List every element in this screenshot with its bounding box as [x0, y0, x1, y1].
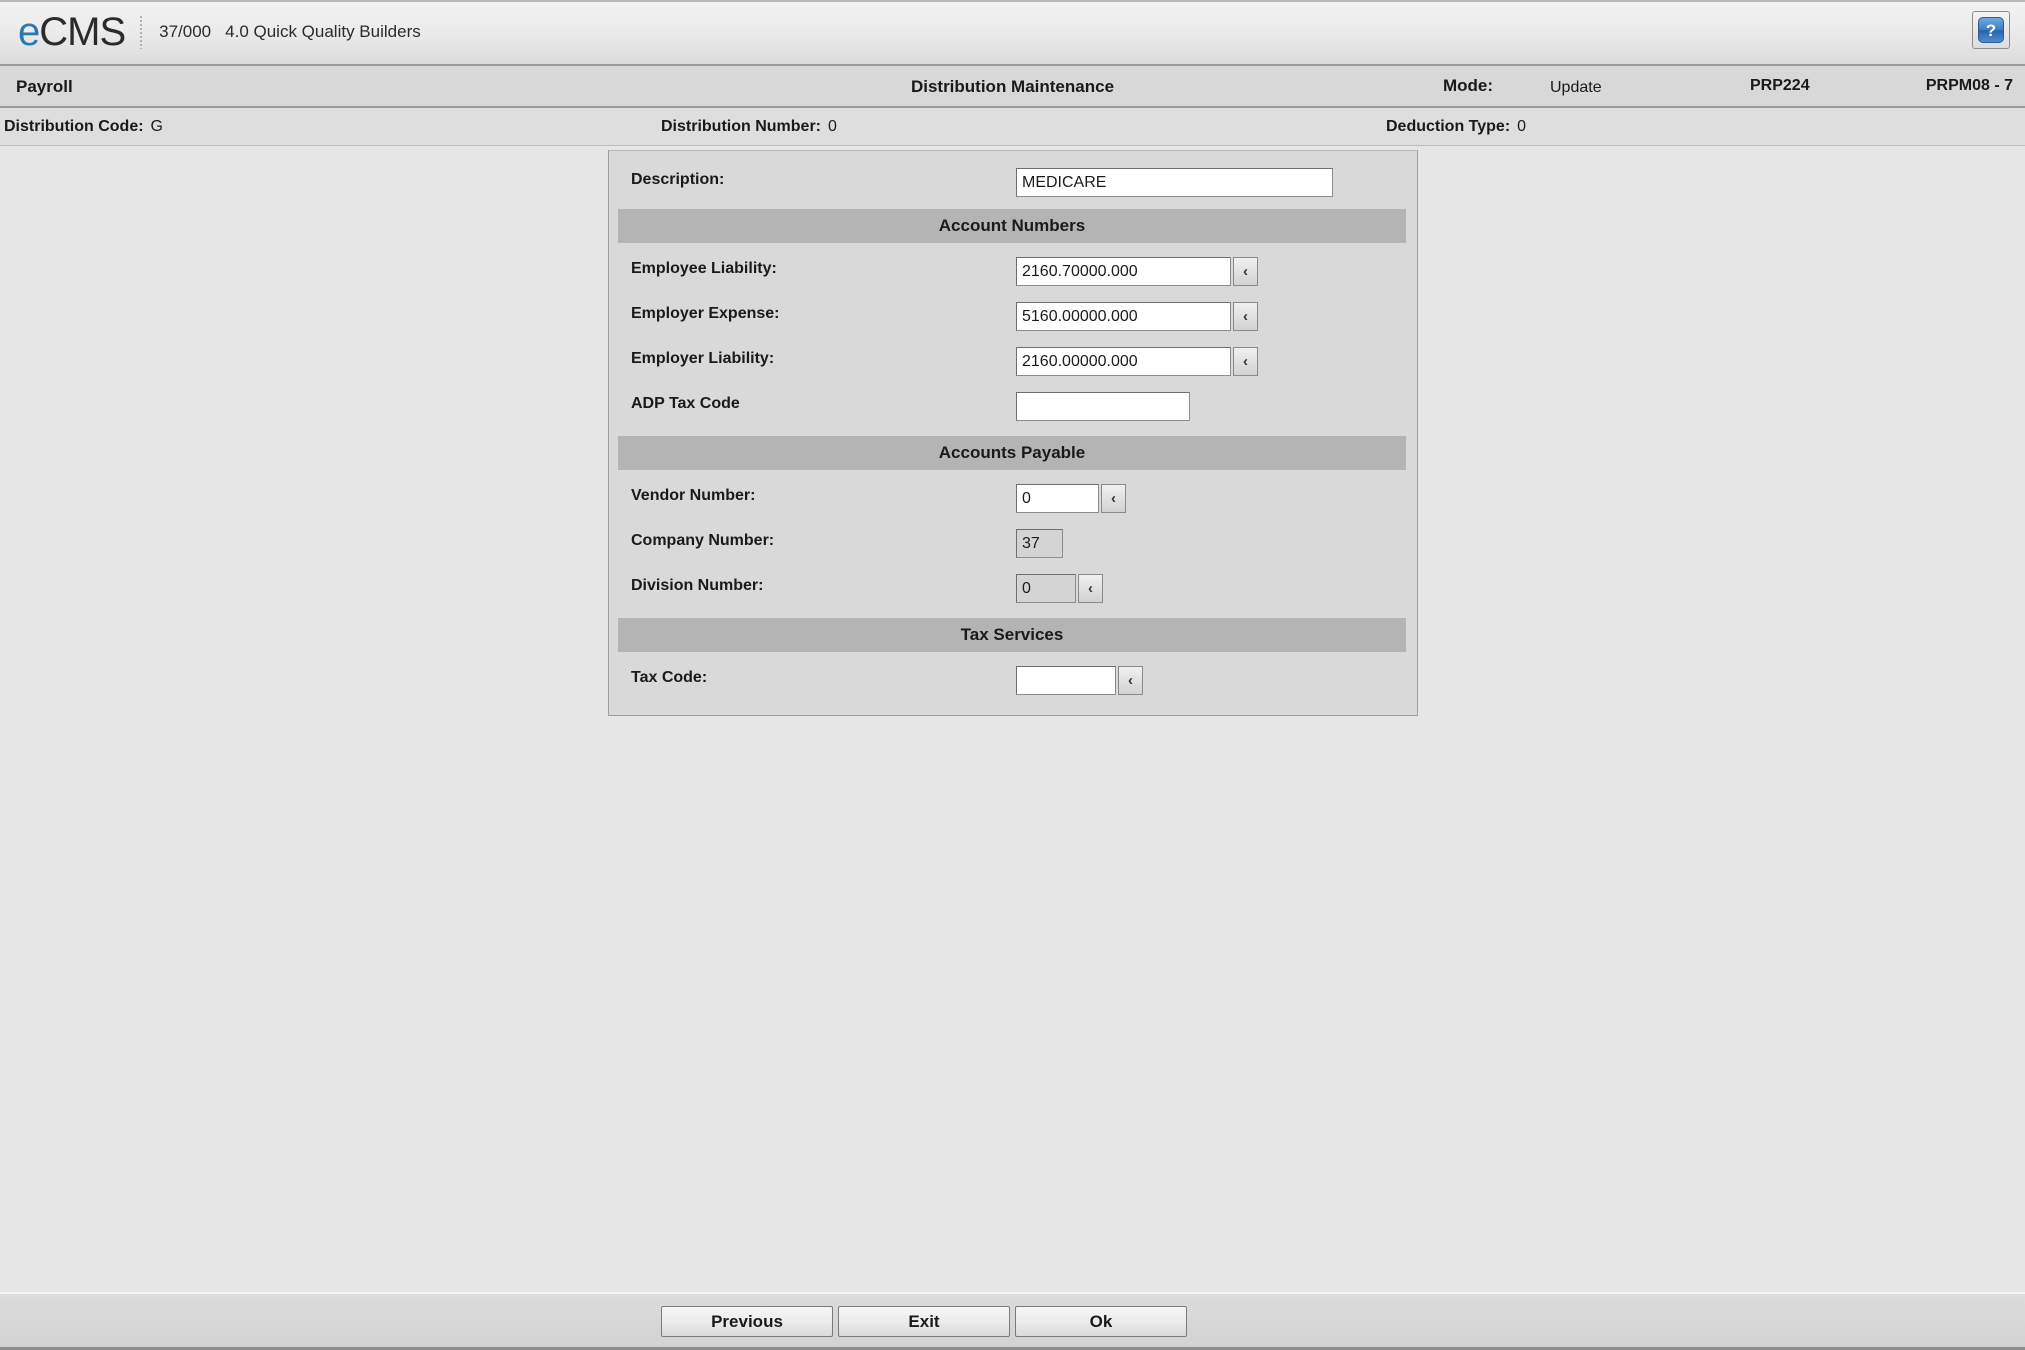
logo-letter-e: e: [18, 10, 40, 54]
section-header-account-numbers: Account Numbers: [618, 209, 1406, 243]
company-number-input: [1016, 529, 1063, 558]
employer-expense-label: Employer Expense:: [631, 305, 780, 322]
employee-liability-field-wrap: ‹: [1016, 257, 1258, 286]
employer-liability-label: Employer Liability:: [631, 350, 775, 367]
deduction-type: Deduction Type: 0: [1386, 118, 1526, 136]
tax-code-lookup-icon[interactable]: ‹: [1118, 666, 1143, 695]
logo-letters-cms: CMS: [39, 10, 126, 54]
ecms-logo: eCMS: [18, 10, 126, 54]
vendor-number-label: Vendor Number:: [631, 487, 756, 504]
division-number-input: [1016, 574, 1076, 603]
form-row-employer-expense: Employer Expense: ‹: [609, 302, 1417, 332]
employee-liability-lookup-icon[interactable]: ‹: [1233, 257, 1258, 286]
form-row-division-number: Division Number: ‹: [609, 574, 1417, 604]
company-code: 37/000: [159, 22, 212, 41]
form-row-employer-liability: Employer Liability: ‹: [609, 347, 1417, 377]
question-mark-icon: ?: [1978, 17, 2004, 43]
deduction-type-value: 0: [1517, 118, 1527, 135]
ok-button[interactable]: Ok: [1015, 1306, 1187, 1337]
section-header-tax-services: Tax Services: [618, 618, 1406, 652]
brand-bar-top-rule: [0, 0, 2025, 2]
adp-tax-code-input[interactable]: [1016, 392, 1190, 421]
distribution-maintenance-panel: Description: Account Numbers Employee Li…: [608, 150, 1418, 716]
adp-tax-code-field-wrap: [1016, 392, 1190, 421]
deduction-type-label: Deduction Type:: [1386, 118, 1511, 135]
employer-liability-field-wrap: ‹: [1016, 347, 1258, 376]
vendor-number-lookup-icon[interactable]: ‹: [1101, 484, 1126, 513]
footer-bar: Previous Exit Ok: [0, 1292, 2025, 1350]
division-number-lookup-icon[interactable]: ‹: [1078, 574, 1103, 603]
distribution-number: Distribution Number: 0: [661, 118, 837, 136]
program-id: PRP224: [1750, 77, 1810, 94]
form-row-description: Description:: [609, 168, 1417, 198]
distribution-number-value: 0: [828, 118, 837, 135]
vendor-number-input[interactable]: [1016, 484, 1099, 513]
description-input[interactable]: [1016, 168, 1333, 197]
screen-id: PRPM08 - 7: [1925, 77, 2013, 94]
employer-liability-input[interactable]: [1016, 347, 1231, 376]
form-row-adp-tax-code: ADP Tax Code: [609, 392, 1417, 422]
employer-expense-lookup-icon[interactable]: ‹: [1233, 302, 1258, 331]
help-button[interactable]: ?: [1972, 11, 2010, 49]
tax-code-input[interactable]: [1016, 666, 1116, 695]
employee-liability-label: Employee Liability:: [631, 260, 777, 277]
employee-liability-input[interactable]: [1016, 257, 1231, 286]
form-row-vendor-number: Vendor Number: ‹: [609, 484, 1417, 514]
tax-code-label: Tax Code:: [631, 669, 708, 686]
brand-bar: eCMS 37/000 4.0 Quick Quality Builders ?: [0, 0, 2025, 66]
company-number-label: Company Number:: [631, 532, 775, 549]
section-header-accounts-payable: Accounts Payable: [618, 436, 1406, 470]
company-name: 4.0 Quick Quality Builders: [225, 22, 421, 41]
page-title: Distribution Maintenance: [910, 77, 1115, 96]
record-key-bar: Distribution Code: G Distribution Number:…: [0, 108, 2025, 146]
distribution-number-label: Distribution Number:: [661, 118, 821, 135]
dotted-separator-icon: [139, 15, 144, 49]
exit-button[interactable]: Exit: [838, 1306, 1010, 1337]
description-field-wrap: [1016, 168, 1333, 197]
company-number-field-wrap: [1016, 529, 1063, 558]
tax-code-field-wrap: ‹: [1016, 666, 1143, 695]
form-row-company-number: Company Number:: [609, 529, 1417, 559]
mode-label: Mode:: [1443, 76, 1494, 95]
distribution-code-label: Distribution Code:: [4, 118, 144, 135]
employer-expense-field-wrap: ‹: [1016, 302, 1258, 331]
company-context: 37/000 4.0 Quick Quality Builders: [159, 22, 421, 42]
form-row-employee-liability: Employee Liability: ‹: [609, 257, 1417, 287]
division-number-label: Division Number:: [631, 577, 764, 594]
distribution-code-value: G: [150, 118, 163, 135]
employer-liability-lookup-icon[interactable]: ‹: [1233, 347, 1258, 376]
screen-title-bar: Payroll Distribution Maintenance Mode: U…: [0, 66, 2025, 108]
vendor-number-field-wrap: ‹: [1016, 484, 1126, 513]
employer-expense-input[interactable]: [1016, 302, 1231, 331]
footer-button-row: Previous Exit Ok: [656, 1306, 1187, 1337]
distribution-code: Distribution Code: G: [4, 118, 163, 136]
division-number-field-wrap: ‹: [1016, 574, 1103, 603]
form-row-tax-code: Tax Code: ‹: [609, 666, 1417, 696]
mode-value: Update: [1550, 79, 1602, 96]
description-label: Description:: [631, 171, 725, 188]
adp-tax-code-label: ADP Tax Code: [631, 395, 740, 412]
previous-button[interactable]: Previous: [661, 1306, 833, 1337]
